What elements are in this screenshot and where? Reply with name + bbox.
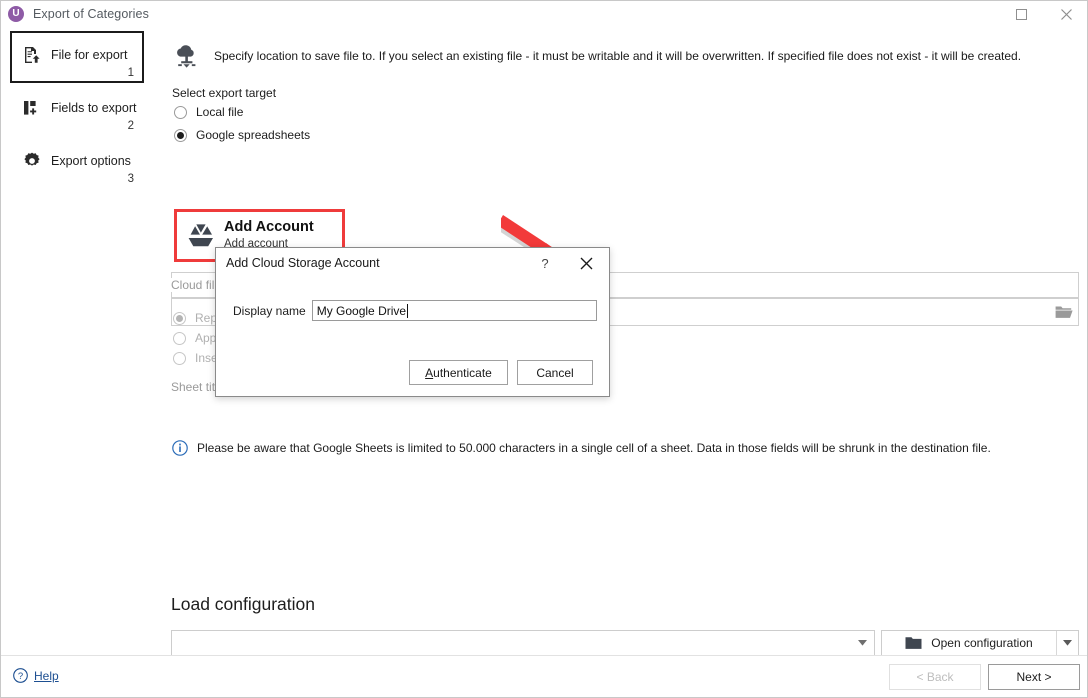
text-caret bbox=[407, 304, 408, 318]
sidebar-item-file-for-export[interactable]: File for export 1 bbox=[10, 31, 144, 83]
window-title: Export of Categories bbox=[33, 7, 149, 21]
sheet-title-label: Sheet tit bbox=[171, 380, 215, 394]
sidebar-item-label: File for export bbox=[51, 48, 127, 62]
question-mark-icon: ? bbox=[541, 256, 548, 271]
close-button[interactable] bbox=[1044, 1, 1088, 27]
display-name-row: Display name My Google Drive bbox=[233, 300, 597, 321]
radio-google-spreadsheets-label: Google spreadsheets bbox=[196, 128, 310, 142]
next-button[interactable]: Next > bbox=[988, 664, 1080, 690]
radio-local-file-indicator bbox=[174, 106, 187, 119]
add-account-title: Add Account bbox=[224, 219, 314, 236]
authenticate-label: uthenticate bbox=[433, 366, 492, 380]
window-controls bbox=[999, 1, 1088, 27]
page-description: Specify location to save file to. If you… bbox=[172, 40, 1072, 72]
dialog-title: Add Cloud Storage Account bbox=[226, 256, 380, 270]
app-icon: U bbox=[8, 6, 24, 22]
radio-google-spreadsheets-indicator bbox=[174, 129, 187, 142]
sidebar-item-export-options[interactable]: Export options 3 bbox=[10, 137, 144, 189]
display-name-label: Display name bbox=[233, 304, 306, 318]
help-link[interactable]: ? Help bbox=[13, 668, 59, 683]
open-configuration-button[interactable]: Open configuration bbox=[881, 630, 1079, 656]
info-icon bbox=[172, 440, 188, 456]
gear-icon bbox=[22, 151, 42, 171]
cloud-upload-icon bbox=[172, 42, 202, 72]
display-name-input[interactable]: My Google Drive bbox=[312, 300, 597, 321]
dialog-help-button[interactable]: ? bbox=[534, 253, 556, 273]
radio-replace: Repl bbox=[173, 311, 220, 325]
footer-bar: ? Help < Back Next > bbox=[1, 655, 1088, 697]
sidebar-item-label: Fields to export bbox=[51, 101, 136, 115]
radio-append-label: App bbox=[195, 331, 216, 345]
sidebar-item-number: 1 bbox=[128, 67, 134, 79]
sidebar-item-content: File for export bbox=[22, 45, 127, 65]
folder-icon bbox=[905, 636, 922, 650]
open-configuration-dropdown[interactable] bbox=[1056, 631, 1078, 655]
svg-text:?: ? bbox=[18, 671, 23, 682]
sidebar-item-number: 3 bbox=[128, 173, 134, 185]
fields-export-icon bbox=[22, 98, 42, 118]
sidebar-item-fields-to-export[interactable]: Fields to export 2 bbox=[10, 84, 144, 136]
radio-insert-indicator bbox=[173, 352, 186, 365]
open-configuration-main[interactable]: Open configuration bbox=[882, 631, 1056, 655]
help-label: Help bbox=[34, 669, 59, 683]
radio-local-file[interactable]: Local file bbox=[174, 105, 243, 119]
dialog-close-button[interactable] bbox=[574, 253, 598, 273]
info-bar-text: Please be aware that Google Sheets is li… bbox=[197, 441, 991, 455]
add-cloud-storage-account-dialog: Add Cloud Storage Account ? Display name… bbox=[215, 247, 610, 397]
folder-open-icon[interactable] bbox=[1055, 305, 1073, 320]
export-target-label: Select export target bbox=[172, 86, 276, 100]
close-icon bbox=[1061, 9, 1072, 20]
sidebar-item-content: Export options bbox=[22, 151, 131, 171]
radio-append: App bbox=[173, 331, 216, 345]
authenticate-accel: A bbox=[425, 366, 433, 380]
export-wizard-window: U Export of Categories bbox=[0, 0, 1088, 698]
load-configuration-title: Load configuration bbox=[171, 594, 315, 615]
google-drive-icon bbox=[186, 223, 216, 249]
help-circle-icon: ? bbox=[13, 668, 28, 683]
open-configuration-label: Open configuration bbox=[931, 636, 1032, 650]
maximize-icon bbox=[1016, 9, 1027, 20]
close-icon bbox=[580, 257, 593, 270]
wizard-sidebar: File for export 1 Fields to export 2 bbox=[1, 27, 161, 657]
title-bar: U Export of Categories bbox=[1, 1, 1088, 27]
display-name-value: My Google Drive bbox=[317, 304, 406, 318]
info-bar: Please be aware that Google Sheets is li… bbox=[172, 440, 991, 456]
load-configuration-combo[interactable] bbox=[171, 630, 875, 656]
sidebar-item-number: 2 bbox=[128, 120, 134, 132]
page-description-text: Specify location to save file to. If you… bbox=[214, 40, 1021, 64]
radio-replace-indicator bbox=[173, 312, 186, 325]
maximize-button[interactable] bbox=[999, 1, 1044, 27]
back-button[interactable]: < Back bbox=[889, 664, 981, 690]
file-export-icon bbox=[22, 45, 42, 65]
radio-google-spreadsheets[interactable]: Google spreadsheets bbox=[174, 128, 310, 142]
cancel-button[interactable]: Cancel bbox=[517, 360, 593, 385]
app-icon-letter: U bbox=[12, 9, 19, 19]
chevron-down-icon[interactable] bbox=[858, 640, 867, 646]
sidebar-item-label: Export options bbox=[51, 154, 131, 168]
sidebar-item-content: Fields to export bbox=[22, 98, 136, 118]
cloud-file-label: Cloud fil bbox=[171, 278, 217, 292]
radio-append-indicator bbox=[173, 332, 186, 345]
authenticate-button[interactable]: Authenticate bbox=[409, 360, 508, 385]
chevron-down-icon bbox=[1063, 640, 1072, 646]
radio-local-file-label: Local file bbox=[196, 105, 243, 119]
